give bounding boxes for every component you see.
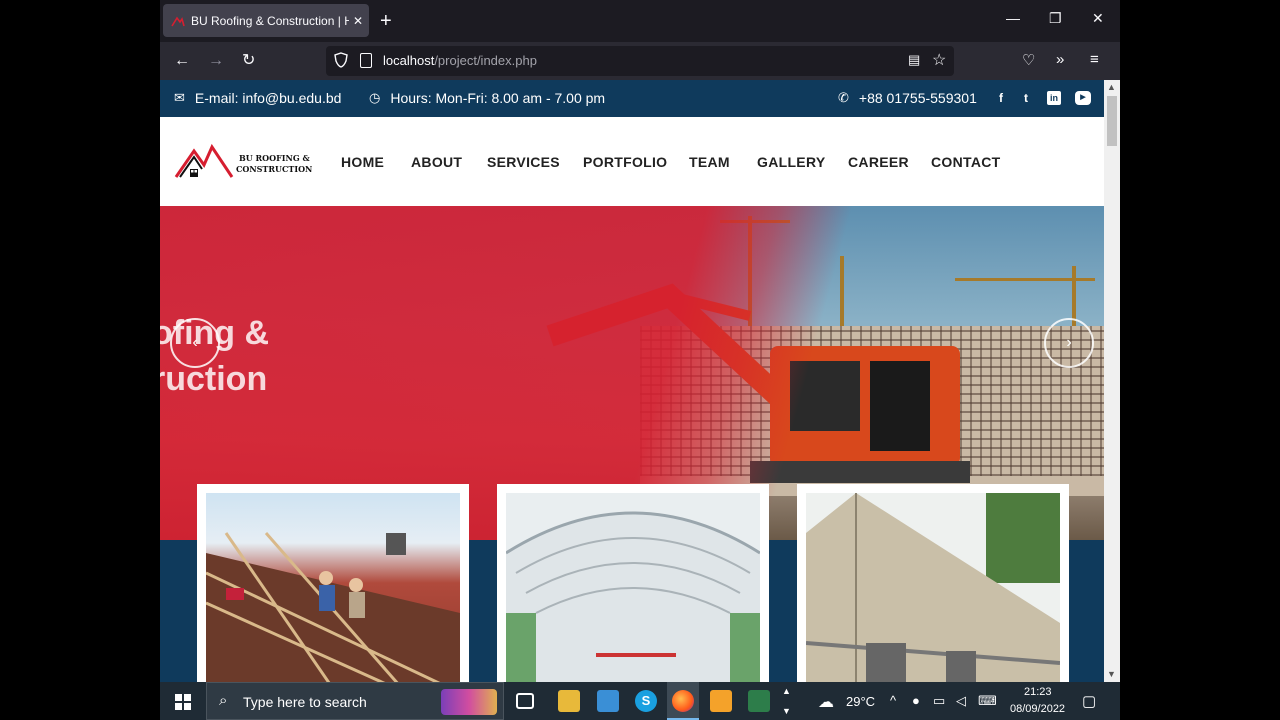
site-favicon-icon xyxy=(171,16,185,26)
phone-info[interactable]: ✆ +88 01755-559301 xyxy=(838,90,977,106)
vertical-scrollbar[interactable]: ▲ ▼ xyxy=(1104,80,1120,682)
search-icon: ⌕ xyxy=(219,692,228,709)
service-card-roofing[interactable] xyxy=(197,484,469,682)
windows-taskbar: ⌕ Type here to search S ▲ ▼ ☁ 29°C ^ ● ▭… xyxy=(160,682,1120,720)
address-bar[interactable]: localhost/project/index.php ▤ ☆ xyxy=(326,46,954,76)
linkedin-icon[interactable]: in xyxy=(1047,91,1061,105)
extensions-chevron-icon[interactable]: » xyxy=(1056,51,1064,68)
weather-temperature[interactable]: 29°C xyxy=(846,694,875,709)
hours-info: ◷ Hours: Mon-Fri: 8.00 am - 7.00 pm xyxy=(369,90,605,106)
nav-services[interactable]: SERVICES xyxy=(487,154,560,170)
tab-title: BU Roofing & Construction | Home xyxy=(191,13,349,28)
email-info[interactable]: ✉ E-mail: info@bu.edu.bd xyxy=(174,90,341,106)
scroll-up-icon[interactable]: ▲ xyxy=(1107,82,1116,92)
nav-portfolio[interactable]: PORTFOLIO xyxy=(583,154,667,170)
hours-text: Hours: Mon-Fri: 8.00 am - 7.00 pm xyxy=(390,90,606,106)
phone-text: +88 01755-559301 xyxy=(858,90,977,106)
microphone-icon[interactable]: ● xyxy=(912,693,920,708)
contact-topbar: ✉ E-mail: info@bu.edu.bd ◷ Hours: Mon-Fr… xyxy=(160,80,1104,117)
steel-hall-image xyxy=(506,493,760,682)
app-icon[interactable] xyxy=(597,690,619,712)
envelope-icon: ✉ xyxy=(174,90,185,105)
clock-time[interactable]: 21:23 xyxy=(1024,686,1052,698)
bookmark-star-icon[interactable]: ☆ xyxy=(932,50,946,70)
firefox-taskbar-active[interactable] xyxy=(667,682,699,720)
slider-prev-button[interactable]: ‹ xyxy=(170,318,220,368)
taskbar-scroll-down-icon[interactable]: ▼ xyxy=(782,706,791,716)
roof-logo-icon xyxy=(174,143,234,178)
nav-contact[interactable]: CONTACT xyxy=(931,154,1001,170)
logo-line-2: CONSTRUCTION xyxy=(236,164,313,174)
nav-team[interactable]: TEAM xyxy=(689,154,730,170)
app-installer-icon[interactable] xyxy=(748,690,770,712)
chevron-left-icon: ‹ xyxy=(192,334,198,351)
facebook-icon[interactable]: f xyxy=(994,91,1008,105)
file-explorer-icon[interactable] xyxy=(558,690,580,712)
back-icon[interactable]: ← xyxy=(174,51,190,71)
notification-icon[interactable]: ▢ xyxy=(1082,692,1096,710)
tab-bar: BU Roofing & Construction | Home ✕ + — ❐… xyxy=(160,0,1120,42)
youtube-icon[interactable]: ▶ xyxy=(1075,91,1091,105)
volume-icon[interactable]: ◁ xyxy=(956,693,966,709)
page-info-icon[interactable] xyxy=(360,53,372,68)
task-view-icon[interactable] xyxy=(516,693,534,709)
page-viewport: ✉ E-mail: info@bu.edu.bd ◷ Hours: Mon-Fr… xyxy=(160,80,1104,682)
nav-about[interactable]: ABOUT xyxy=(411,154,462,170)
maximize-icon[interactable]: ❐ xyxy=(1049,10,1062,27)
firefox-icon xyxy=(672,690,694,712)
chevron-right-icon: › xyxy=(1066,334,1072,351)
nav-gallery[interactable]: GALLERY xyxy=(757,154,825,170)
tab-close-icon[interactable]: ✕ xyxy=(353,14,363,28)
logo-text: BU ROOFING & CONSTRUCTION xyxy=(236,153,312,175)
logo-line-1: BU ROOFING & xyxy=(239,153,310,163)
sublime-text-icon[interactable] xyxy=(710,690,732,712)
pocket-icon[interactable]: ♡ xyxy=(1022,51,1035,69)
nav-career[interactable]: CAREER xyxy=(848,154,909,170)
new-tab-icon[interactable]: + xyxy=(380,9,392,33)
minimize-icon[interactable]: — xyxy=(1006,10,1020,26)
tray-chevron-up-icon[interactable]: ^ xyxy=(890,693,896,708)
reader-view-icon[interactable]: ▤ xyxy=(908,52,920,68)
clock-date[interactable]: 08/09/2022 xyxy=(1010,703,1065,715)
nav-home[interactable]: HOME xyxy=(341,154,384,170)
scrollbar-thumb[interactable] xyxy=(1107,96,1117,146)
active-tab[interactable]: BU Roofing & Construction | Home ✕ xyxy=(163,4,369,37)
taskbar-search-box[interactable]: ⌕ Type here to search xyxy=(206,682,504,720)
weather-cloud-icon[interactable]: ☁ xyxy=(818,692,834,712)
slider-next-button[interactable]: › xyxy=(1044,318,1094,368)
twitter-icon[interactable]: t xyxy=(1019,91,1033,105)
service-card-steel-structure[interactable] xyxy=(497,484,769,682)
screen: BU Roofing & Construction | Home ✕ + — ❐… xyxy=(0,0,1280,720)
search-highlight-icon[interactable] xyxy=(441,689,497,715)
service-card-warehouse[interactable] xyxy=(797,484,1069,682)
taskbar-scroll-up-icon[interactable]: ▲ xyxy=(782,686,791,696)
keyboard-icon[interactable]: ⌨ xyxy=(978,693,997,709)
menu-icon[interactable]: ≡ xyxy=(1090,51,1099,68)
site-logo[interactable]: BU ROOFING & CONSTRUCTION xyxy=(174,143,312,181)
site-header: BU ROOFING & CONSTRUCTION HOME ABOUT SER… xyxy=(160,117,1104,206)
url-text[interactable]: localhost/project/index.php xyxy=(383,53,537,68)
warehouse-image xyxy=(806,493,1060,682)
phone-icon: ✆ xyxy=(838,90,849,105)
clock-icon: ◷ xyxy=(369,90,381,105)
email-text: E-mail: info@bu.edu.bd xyxy=(194,90,342,106)
reload-icon[interactable]: ↻ xyxy=(242,51,255,71)
scroll-down-icon[interactable]: ▼ xyxy=(1107,669,1116,679)
forward-icon[interactable]: → xyxy=(208,51,224,71)
hero-title-line-2: ruction xyxy=(160,360,268,398)
skype-icon[interactable]: S xyxy=(635,690,657,712)
windows-start-icon[interactable] xyxy=(175,694,191,710)
browser-window: BU Roofing & Construction | Home ✕ + — ❐… xyxy=(160,0,1120,682)
shield-icon[interactable] xyxy=(334,52,348,68)
navigation-toolbar: ← → ↻ localhost/project/index.php ▤ ☆ ♡ … xyxy=(160,42,1120,80)
network-icon[interactable]: ▭ xyxy=(933,693,945,709)
roofing-work-image xyxy=(206,493,460,682)
close-window-icon[interactable]: ✕ xyxy=(1092,10,1104,27)
search-placeholder: Type here to search xyxy=(243,694,367,710)
